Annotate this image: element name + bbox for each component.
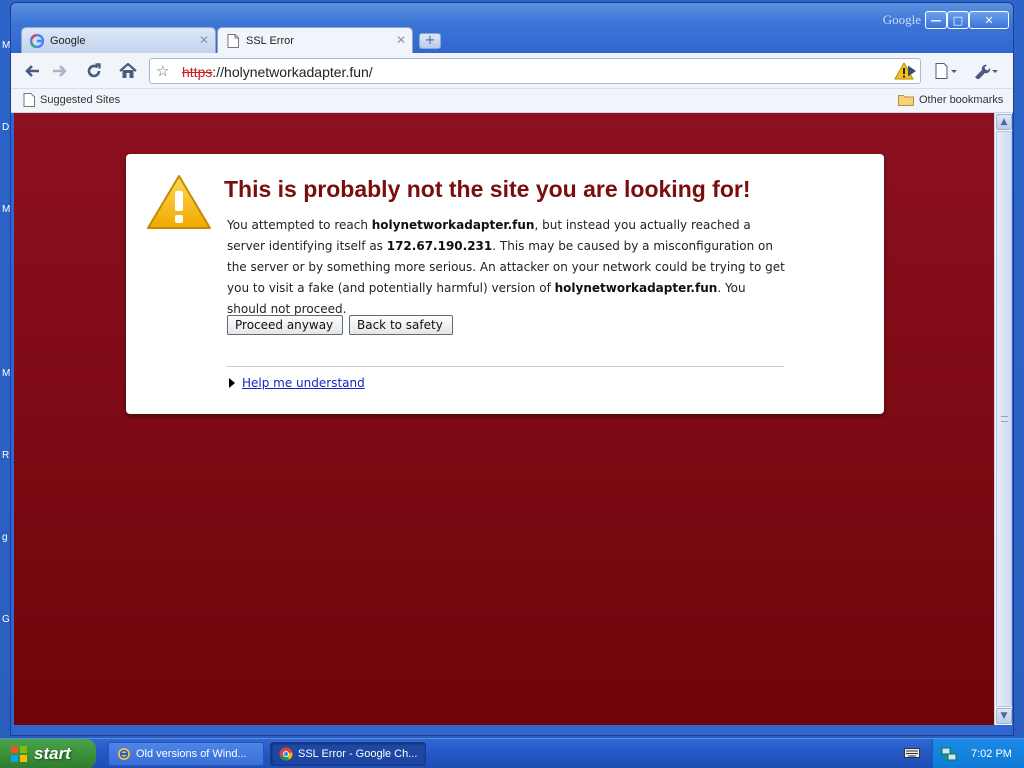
windows-flag-icon [10, 745, 28, 763]
play-button[interactable] [899, 59, 925, 83]
error-host: holynetworkadapter.fun [554, 281, 718, 295]
network-icon[interactable] [941, 746, 957, 762]
page-content: This is probably not the site you are lo… [14, 113, 994, 725]
tab-label: SSL Error [246, 35, 294, 47]
maximize-button[interactable]: □ [947, 11, 969, 29]
reload-button[interactable] [81, 59, 107, 83]
desktop-edge-letter: R [2, 450, 10, 461]
task-label: SSL Error - Google Ch... [298, 748, 418, 760]
close-icon: ✕ [984, 13, 994, 27]
error-ip: 172.67.190.231 [386, 239, 493, 253]
back-button[interactable] [19, 59, 45, 83]
scroll-thumb[interactable] [996, 131, 1012, 707]
divider [226, 366, 784, 367]
taskbar: start Old versions of Wind... SSL Error … [0, 738, 1024, 768]
start-label: start [34, 744, 71, 763]
desktop-edge-letter: G [2, 614, 10, 625]
page-icon [23, 93, 35, 107]
start-button[interactable]: start [0, 739, 96, 768]
desktop-edge-letter: g [2, 532, 8, 543]
minimize-button[interactable]: — [925, 11, 947, 29]
window-brand: Google [882, 12, 921, 27]
page-menu-button[interactable] [931, 59, 963, 83]
url-rest: ://holynetworkadapter.fun/ [212, 64, 373, 80]
wrench-icon [975, 64, 998, 79]
back-to-safety-button[interactable]: Back to safety [349, 315, 453, 335]
vertical-scrollbar[interactable]: ▲ ▼ [994, 113, 1012, 725]
address-bar[interactable]: ☆ https://holynetworkadapter.fun/ [149, 58, 921, 84]
folder-icon [898, 93, 914, 106]
new-tab-button[interactable]: + [419, 33, 441, 49]
url-text[interactable]: https://holynetworkadapter.fun/ [182, 64, 373, 80]
ie-icon [117, 747, 131, 761]
desktop-edge-letter: D [2, 122, 10, 133]
home-button[interactable] [115, 59, 141, 83]
play-icon [908, 65, 916, 77]
google-icon [30, 33, 44, 48]
wrench-menu-button[interactable] [969, 59, 1003, 83]
scroll-up-icon[interactable]: ▲ [996, 114, 1012, 130]
close-button[interactable]: ✕ [969, 11, 1009, 29]
bookmarks-bar: Suggested Sites Other bookmarks [11, 89, 1013, 113]
toolbar: ☆ https://holynetworkadapter.fun/ [11, 53, 1013, 89]
scroll-down-icon[interactable]: ▼ [996, 708, 1012, 724]
maximize-icon: □ [952, 13, 964, 27]
tab-google[interactable]: Google ✕ [21, 27, 216, 53]
other-bookmarks[interactable]: Other bookmarks [898, 93, 1003, 106]
bookmark-label: Suggested Sites [40, 94, 121, 106]
error-title: This is probably not the site you are lo… [224, 176, 751, 202]
home-icon [119, 63, 137, 78]
proceed-anyway-button[interactable]: Proceed anyway [227, 315, 343, 335]
grip-icon [1001, 416, 1008, 422]
task-label: Old versions of Wind... [136, 748, 247, 760]
tab-close-icon[interactable]: ✕ [396, 33, 406, 47]
tab-label: Google [50, 34, 86, 47]
back-icon [25, 65, 39, 77]
tab-ssl-error[interactable]: SSL Error ✕ [217, 27, 413, 54]
forward-icon [53, 65, 67, 77]
warning-icon [146, 174, 212, 233]
page-menu-icon [935, 63, 957, 79]
bookmark-label: Other bookmarks [919, 93, 1004, 106]
error-host: holynetworkadapter.fun [371, 218, 535, 232]
taskbar-item-ssl-error[interactable]: SSL Error - Google Ch... [270, 742, 426, 766]
help-link-label: Help me understand [242, 376, 365, 390]
minimize-icon: — [930, 13, 942, 27]
system-tray: 7:02 PM [932, 739, 1024, 768]
title-bar[interactable]: Google — □ ✕ Google ✕ SSL Error ✕ + [11, 3, 1013, 54]
keyboard-icon[interactable] [904, 747, 920, 762]
ssl-error-panel: This is probably not the site you are lo… [126, 154, 884, 414]
taskbar-item-old-versions[interactable]: Old versions of Wind... [108, 742, 264, 766]
error-text: You attempted to reach [227, 218, 372, 232]
error-description: You attempted to reach holynetworkadapte… [227, 215, 787, 320]
star-icon[interactable]: ☆ [156, 62, 169, 80]
help-me-understand-link[interactable]: Help me understand [229, 376, 365, 390]
expand-triangle-icon [229, 378, 235, 388]
browser-window: Google — □ ✕ Google ✕ SSL Error ✕ + ☆ ht… [10, 2, 1014, 736]
tab-close-icon[interactable]: ✕ [199, 33, 209, 47]
reload-icon [87, 63, 101, 78]
page-icon [226, 34, 240, 48]
bookmark-suggested-sites[interactable]: Suggested Sites [23, 93, 120, 107]
forward-button[interactable] [47, 59, 73, 83]
clock[interactable]: 7:02 PM [971, 748, 1012, 760]
url-scheme: https [182, 64, 213, 80]
plus-icon: + [424, 33, 436, 48]
chrome-icon [279, 747, 293, 761]
